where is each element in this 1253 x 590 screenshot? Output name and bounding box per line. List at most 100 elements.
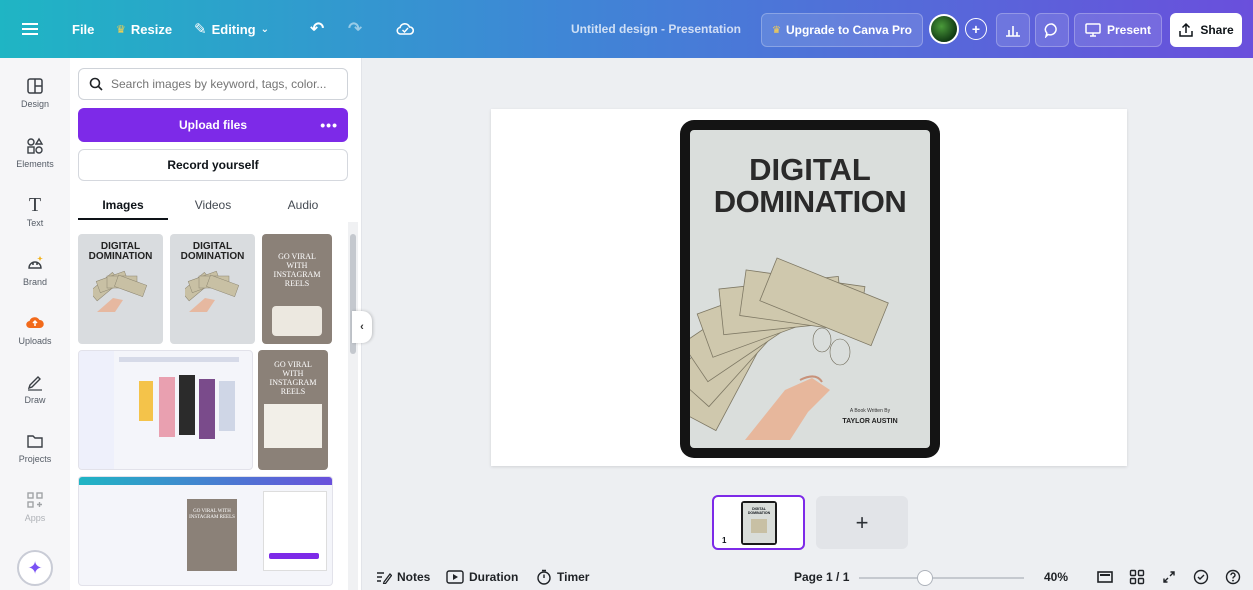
- avatar[interactable]: [929, 14, 959, 44]
- uploaded-image-viral-reels[interactable]: GO VIRAL WITH INSTAGRAM REELS: [262, 234, 332, 344]
- bar-chart-icon: [1006, 26, 1020, 37]
- uploads-icon: [26, 317, 44, 329]
- uploaded-screenshot-1[interactable]: [78, 350, 253, 470]
- share-button[interactable]: Share: [1170, 13, 1242, 47]
- cover-title[interactable]: DIGITAL DOMINATION: [690, 154, 930, 218]
- page-indicator[interactable]: Page 1 / 1: [794, 566, 849, 588]
- timer-icon: [537, 569, 551, 585]
- zoom-slider[interactable]: [859, 570, 1024, 586]
- rail-label-draw: Draw: [24, 395, 46, 405]
- notes-button[interactable]: Notes: [376, 566, 430, 588]
- upgrade-button[interactable]: ♛ Upgrade to Canva Pro: [761, 13, 923, 47]
- fullscreen-button[interactable]: [1160, 568, 1178, 586]
- editing-mode-dropdown[interactable]: ✎ Editing ⌄: [194, 12, 269, 46]
- tab-audio[interactable]: Audio: [258, 190, 348, 220]
- rail-label-uploads: Uploads: [18, 336, 52, 346]
- help-button[interactable]: [1224, 568, 1242, 586]
- pages-view-button[interactable]: [1096, 568, 1114, 586]
- notes-label: Notes: [397, 570, 431, 584]
- thumb-decor: [272, 306, 322, 336]
- bottom-toolbar: Notes Duration Timer Page 1 / 1 40%: [362, 564, 1253, 590]
- page-preview-screen: DIGITAL DOMINATION: [743, 503, 775, 543]
- cover-byline[interactable]: A Book Written By: [810, 408, 930, 414]
- ebook-cover[interactable]: DIGITAL DOMINATION A Book Written By TAY…: [690, 130, 930, 448]
- document-title[interactable]: Untitled design - Presentation: [571, 12, 741, 46]
- zoom-slider-handle[interactable]: [917, 570, 933, 586]
- search-input[interactable]: [111, 77, 331, 91]
- cash-fan-image: [184, 270, 239, 312]
- comments-button[interactable]: [1035, 13, 1069, 47]
- resize-button[interactable]: ♛ Resize: [116, 12, 172, 46]
- add-collaborator-button[interactable]: +: [965, 18, 987, 40]
- rail-item-design[interactable]: Design: [0, 76, 70, 109]
- editing-label: Editing: [211, 21, 256, 37]
- file-menu[interactable]: File: [72, 12, 94, 46]
- collaborators[interactable]: +: [929, 12, 987, 46]
- page-number: 1: [722, 536, 727, 545]
- screenshot-card: [139, 381, 153, 421]
- rail-label-text: Text: [26, 218, 44, 228]
- tab-images[interactable]: Images: [78, 190, 168, 220]
- cloud-save-status[interactable]: [396, 12, 414, 46]
- cover-title-line1: DIGITAL: [749, 152, 871, 187]
- record-yourself-button[interactable]: Record yourself: [78, 149, 348, 181]
- zoom-level[interactable]: 40%: [1044, 566, 1068, 588]
- grid-view-button[interactable]: [1128, 568, 1146, 586]
- top-toolbar: File ♛ Resize ✎ Editing ⌄ ↶ ↷ Untitled d…: [0, 0, 1253, 58]
- elements-icon: [27, 137, 44, 154]
- redo-button[interactable]: ↷: [348, 12, 362, 46]
- chevron-left-icon: ‹: [360, 321, 364, 333]
- help-icon: [1225, 569, 1241, 585]
- screenshot-sidebar: [79, 351, 114, 469]
- screenshot-topbar: [79, 477, 332, 485]
- design-icon: [27, 78, 43, 94]
- duration-button[interactable]: Duration: [446, 566, 518, 588]
- rail-item-uploads[interactable]: Uploads: [0, 313, 70, 346]
- upload-files-label: Upload files: [178, 118, 247, 132]
- present-button[interactable]: Present: [1074, 13, 1162, 47]
- rail-item-apps[interactable]: Apps: [0, 490, 70, 523]
- cover-title-line2: DOMINATION: [713, 184, 907, 219]
- resize-label: Resize: [130, 21, 173, 37]
- search-box[interactable]: [78, 68, 348, 100]
- more-options-icon[interactable]: •••: [320, 117, 338, 133]
- rail-item-brand[interactable]: Brand: [0, 254, 70, 287]
- menu-icon[interactable]: [22, 12, 38, 46]
- magic-assistant-button[interactable]: ✦: [17, 550, 53, 586]
- thumb-decor: [264, 404, 322, 448]
- check-status-button[interactable]: [1192, 568, 1210, 586]
- tab-videos[interactable]: Videos: [168, 190, 258, 220]
- uploads-panel: Upload files ••• Record yourself Images …: [70, 58, 362, 590]
- rail-item-elements[interactable]: Elements: [0, 136, 70, 169]
- timer-button[interactable]: Timer: [536, 566, 589, 588]
- design-canvas[interactable]: DIGITAL DOMINATION A Book Written By TAY…: [491, 109, 1127, 466]
- rail-item-projects[interactable]: Projects: [0, 431, 70, 464]
- cash-fan-image: [92, 270, 147, 312]
- tablet-frame[interactable]: DIGITAL DOMINATION A Book Written By TAY…: [680, 120, 940, 458]
- rail-label-projects: Projects: [18, 454, 52, 464]
- cover-author[interactable]: TAYLOR AUSTIN: [810, 418, 930, 425]
- analytics-button[interactable]: [996, 13, 1030, 47]
- rail-item-draw[interactable]: Draw: [0, 372, 70, 405]
- uploaded-screenshot-2[interactable]: GO VIRAL WITH INSTAGRAM REELS: [78, 476, 333, 586]
- present-icon: [1085, 23, 1101, 37]
- uploaded-image-cover-1[interactable]: DIGITAL DOMINATION: [78, 234, 163, 344]
- add-page-button[interactable]: +: [816, 496, 908, 549]
- thumb-viral-text: GO VIRAL WITH INSTAGRAM REELS: [273, 252, 321, 288]
- redo-icon: ↷: [348, 19, 363, 38]
- check-circle-icon: [1193, 569, 1209, 585]
- collapse-panel-button[interactable]: ‹: [352, 311, 372, 343]
- undo-icon: ↶: [310, 19, 325, 38]
- thumb-title: DIGITAL DOMINATION: [88, 241, 153, 262]
- uploaded-image-cover-2[interactable]: DIGITAL DOMINATION: [170, 234, 255, 344]
- page-thumbnail-1[interactable]: DIGITAL DOMINATION 1: [712, 495, 805, 550]
- upload-files-button[interactable]: Upload files •••: [78, 108, 348, 142]
- left-rail: Design Elements T Text Brand Uploads Dra…: [0, 58, 70, 590]
- uploaded-image-viral-reels-2[interactable]: GO VIRAL WITH INSTAGRAM REELS: [258, 350, 328, 470]
- duration-label: Duration: [469, 570, 519, 584]
- undo-button[interactable]: ↶: [310, 12, 324, 46]
- panel-scrollbar[interactable]: [348, 222, 358, 590]
- rail-item-text[interactable]: T Text: [0, 194, 70, 229]
- crown-icon: ♛: [772, 24, 781, 36]
- page-preview: DIGITAL DOMINATION: [741, 501, 777, 545]
